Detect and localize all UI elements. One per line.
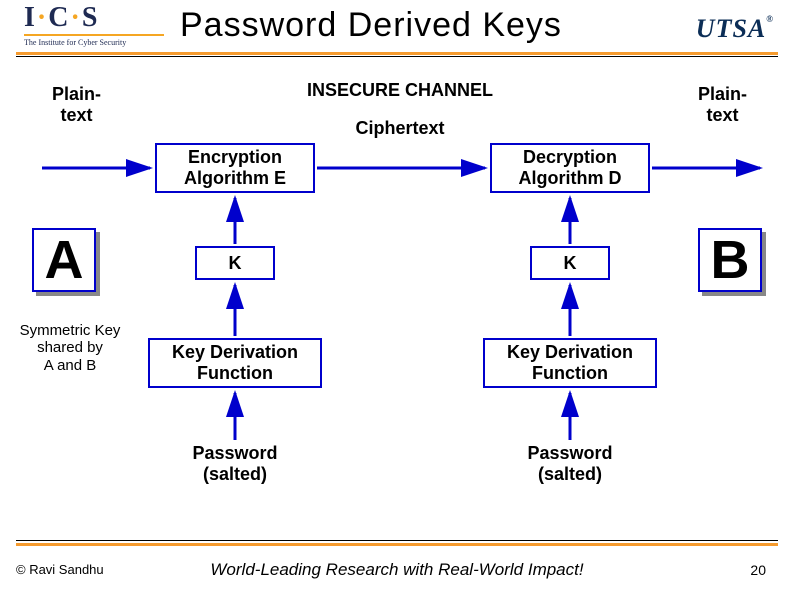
page-number: 20	[750, 562, 766, 578]
tagline-text: World-Leading Research with Real-World I…	[0, 560, 794, 580]
arrows-layer	[0, 0, 794, 595]
footer-underline	[16, 540, 778, 546]
